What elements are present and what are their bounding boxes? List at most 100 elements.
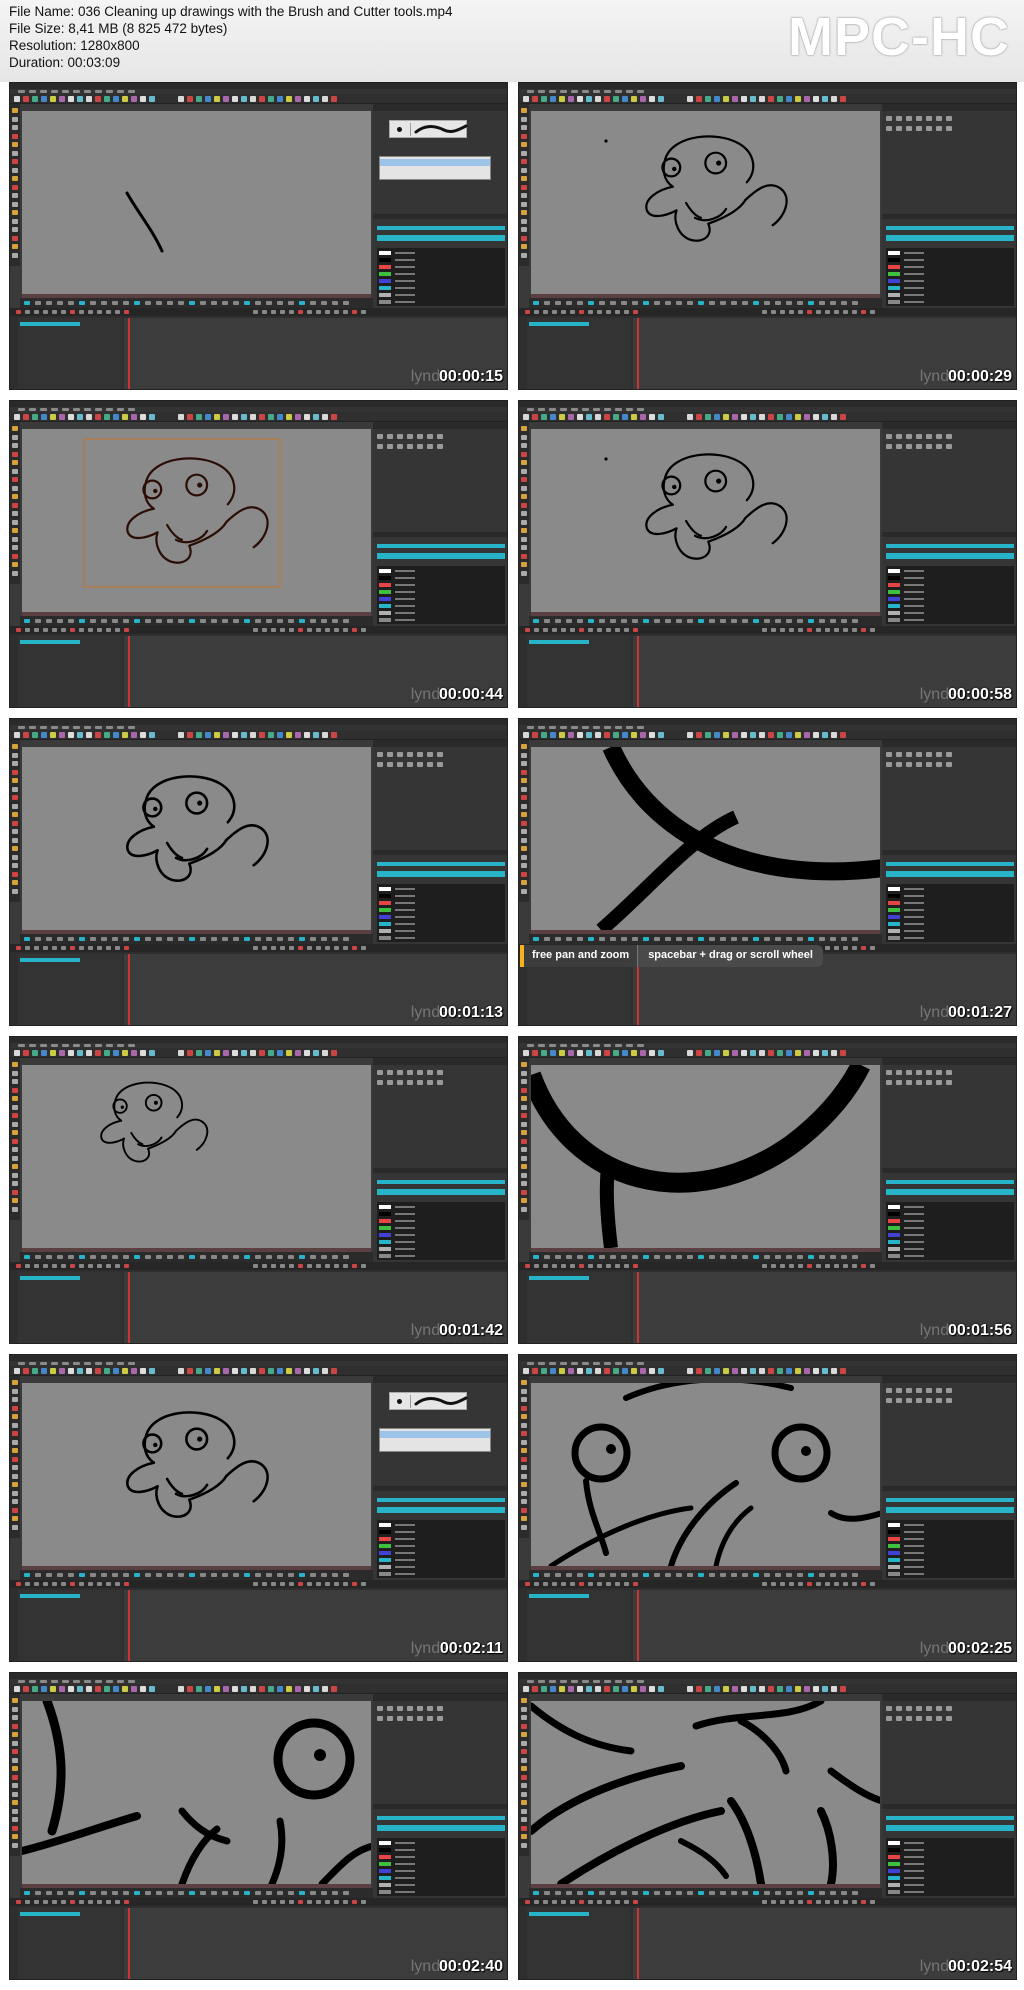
view-control-icon[interactable] [57, 1573, 63, 1577]
view-control-icon[interactable] [310, 937, 316, 941]
colour-swatch-row[interactable] [888, 922, 1012, 927]
toolbar-icon[interactable] [286, 1686, 292, 1692]
menu-item[interactable] [615, 726, 622, 729]
timeline-control-icon[interactable] [534, 1264, 539, 1268]
toolbar-icon[interactable] [732, 414, 738, 420]
timeline-control-icon[interactable] [870, 628, 875, 632]
view-control-icon[interactable] [588, 301, 594, 305]
toolbar-icon[interactable] [696, 414, 702, 420]
timeline-control-icon[interactable] [633, 310, 638, 314]
drawing-tool-icon[interactable] [12, 1147, 18, 1152]
view-control-icon[interactable] [764, 1573, 770, 1577]
drawing-tool-icon[interactable] [12, 528, 18, 533]
view-control-icon[interactable] [200, 937, 206, 941]
toolbar-icon[interactable] [322, 1050, 328, 1056]
toolbar-icon[interactable] [813, 1050, 819, 1056]
toolbar-icon[interactable] [277, 732, 283, 738]
view-control-icon[interactable] [643, 937, 649, 941]
drawing-tool-icon[interactable] [521, 210, 527, 215]
toolbar-icon[interactable] [541, 1050, 547, 1056]
timeline-control-icon[interactable] [70, 1582, 75, 1586]
timeline-control-icon[interactable] [262, 628, 267, 632]
timeline-control-icon[interactable] [597, 1582, 602, 1586]
toolbar-icon[interactable] [149, 414, 155, 420]
tool-option-icon[interactable] [936, 1070, 942, 1075]
drawing-tool-icon[interactable] [521, 536, 527, 542]
menu-item[interactable] [84, 1362, 91, 1365]
timeline-control-icon[interactable] [106, 946, 111, 950]
view-control-icon[interactable] [332, 1255, 338, 1259]
drawing-tool-icon[interactable] [12, 553, 18, 559]
timeline-control-icon[interactable] [253, 1582, 258, 1586]
timeline-control-icon[interactable] [361, 310, 366, 314]
colour-swatch-row[interactable] [379, 1862, 503, 1867]
timeline-control-icon[interactable] [43, 1582, 48, 1586]
toolbar-icon[interactable] [532, 1686, 538, 1692]
view-control-icon[interactable] [123, 1255, 129, 1259]
toolbar-icon[interactable] [604, 732, 610, 738]
timeline-control-icon[interactable] [25, 1264, 30, 1268]
tool-option-icon[interactable] [397, 444, 403, 449]
colour-swatch-row[interactable] [888, 300, 1012, 305]
menu-item[interactable] [62, 90, 69, 93]
toolbar-icon[interactable] [541, 1368, 547, 1374]
view-control-icon[interactable] [544, 619, 550, 623]
drawing-tool-icon[interactable] [12, 812, 18, 817]
timeline-control-icon[interactable] [597, 310, 602, 314]
drawing-tool-icon[interactable] [521, 1834, 527, 1839]
view-control-icon[interactable] [288, 1891, 294, 1895]
menu-item[interactable] [593, 726, 600, 729]
view-control-icon[interactable] [753, 619, 759, 623]
tool-option-icon[interactable] [397, 1080, 403, 1085]
timeline-control-icon[interactable] [52, 1900, 57, 1904]
colour-swatch-row[interactable] [379, 1212, 503, 1217]
toolbar-icon[interactable] [831, 1686, 837, 1692]
toolbar-icon[interactable] [831, 96, 837, 102]
drawing-tool-icon[interactable] [12, 761, 18, 766]
toolbar-icon[interactable] [122, 1368, 128, 1374]
menu-item[interactable] [73, 1044, 80, 1047]
toolbar-icon[interactable] [532, 1050, 538, 1056]
view-control-icon[interactable] [244, 619, 250, 623]
menu-item[interactable] [29, 90, 36, 93]
toolbar-icon[interactable] [268, 414, 274, 420]
view-control-icon[interactable] [555, 301, 561, 305]
menu-item[interactable] [527, 1680, 534, 1683]
colour-swatch-row[interactable] [379, 1876, 503, 1881]
view-control-icon[interactable] [698, 1891, 704, 1895]
drawing-tool-icon[interactable] [12, 570, 18, 576]
drawing-tool-icon[interactable] [521, 443, 527, 448]
timeline-control-icon[interactable] [771, 1900, 776, 1904]
timeline-control-icon[interactable] [825, 1264, 830, 1268]
view-control-icon[interactable] [189, 619, 195, 623]
timeline-control-icon[interactable] [552, 1900, 557, 1904]
toolbar-icon[interactable] [68, 1686, 74, 1692]
menu-item[interactable] [626, 1044, 633, 1047]
drawing-tool-icon[interactable] [12, 210, 18, 215]
toolbar-icon[interactable] [640, 414, 646, 420]
colour-swatch-row[interactable] [888, 1883, 1012, 1888]
toolbar-icon[interactable] [768, 96, 774, 102]
timeline-control-icon[interactable] [34, 1264, 39, 1268]
toolbar-icon[interactable] [14, 96, 20, 102]
view-control-icon[interactable] [742, 301, 748, 305]
view-control-icon[interactable] [544, 937, 550, 941]
drawing-tool-icon[interactable] [521, 142, 527, 147]
tool-option-icon[interactable] [926, 1398, 932, 1403]
tool-option-icon[interactable] [437, 762, 443, 767]
view-control-icon[interactable] [211, 301, 217, 305]
drawing-tool-icon[interactable] [12, 460, 18, 465]
drawing-tool-icon[interactable] [12, 125, 18, 130]
view-control-icon[interactable] [742, 937, 748, 941]
timeline-control-icon[interactable] [624, 1900, 629, 1904]
colour-swatch-row[interactable] [379, 1523, 503, 1528]
toolbar-icon[interactable] [178, 414, 184, 420]
toolbar-icon[interactable] [622, 96, 628, 102]
toolbar-icon[interactable] [795, 732, 801, 738]
view-control-icon[interactable] [687, 937, 693, 941]
view-control-icon[interactable] [731, 619, 737, 623]
drawing-tool-icon[interactable] [12, 1405, 18, 1411]
colour-swatch-row[interactable] [888, 604, 1012, 609]
timeline-control-icon[interactable] [352, 628, 357, 632]
menu-item[interactable] [538, 408, 545, 411]
